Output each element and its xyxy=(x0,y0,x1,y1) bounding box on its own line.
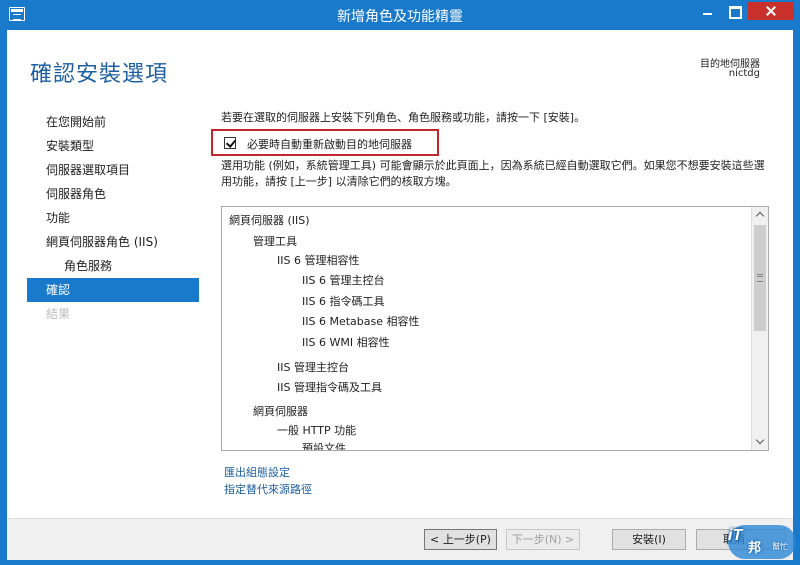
intro-text: 若要在選取的伺服器上安裝下列角色、角色服務或功能，請按一下 [安裝]。 xyxy=(221,111,586,124)
list-item: 網頁伺服器 xyxy=(253,405,308,418)
watermark-sub: 幫忙 xyxy=(772,542,788,551)
list-item: IIS 管理主控台 xyxy=(277,361,349,374)
alternate-source-link[interactable]: 指定替代來源路徑 xyxy=(224,481,312,497)
list-item: 一般 HTTP 功能 xyxy=(277,424,357,437)
list-item: 管理工具 xyxy=(253,235,297,248)
destination-server-value: nictdg xyxy=(728,68,760,79)
window-title: 新增角色及功能精靈 xyxy=(337,9,463,25)
list-item: IIS 6 WMI 相容性 xyxy=(302,336,390,349)
page-title: 確認安裝選項 xyxy=(30,62,169,87)
wizard-nav: 在您開始前 安裝類型 伺服器選取項目 伺服器角色 功能 網頁伺服器角色 (IIS) 角色服務… xyxy=(27,110,199,326)
watermark-brand: iT xyxy=(728,527,743,544)
ithome-watermark: iT 邦 幫忙 xyxy=(728,523,798,561)
nav-item: 結果 xyxy=(46,307,71,321)
wizard-body: 確認安裝選項 目的地伺服器 nictdg 在您開始前 安裝類型 伺服器選取項目 伺服器… xyxy=(7,30,793,560)
list-item: IIS 管理指令碼及工具 xyxy=(277,381,382,394)
maximize-button[interactable] xyxy=(721,2,747,20)
restart-checkbox-label[interactable]: 必要時自動重新啟動目的地伺服器 xyxy=(247,136,412,152)
close-button[interactable] xyxy=(748,2,794,20)
next-button[interactable]: 下一步(N) > xyxy=(506,529,580,550)
restart-option-highlight: 必要時自動重新啟動目的地伺服器 xyxy=(211,129,439,156)
install-button[interactable]: 安裝(I) xyxy=(612,529,686,550)
selection-list-items: 網頁伺服器 (IIS) 管理工具 IIS 6 管理相容性 IIS 6 管理主控台 IIS… xyxy=(222,207,751,450)
nav-item[interactable]: 安裝類型 xyxy=(27,134,199,158)
nav-item[interactable]: 伺服器角色 xyxy=(27,182,199,206)
list-item: IIS 6 指令碼工具 xyxy=(302,295,385,308)
scroll-down-icon[interactable] xyxy=(752,434,768,450)
footer-bar: < 上一步(P) 下一步(N) > 安裝(I) 取消 xyxy=(7,518,793,560)
list-item: IIS 6 Metabase 相容性 xyxy=(302,315,420,328)
scroll-up-icon[interactable] xyxy=(752,207,768,223)
list-item: IIS 6 管理相容性 xyxy=(277,254,360,267)
title-bar: 新增角色及功能精靈 xyxy=(0,0,800,30)
minimize-button[interactable] xyxy=(694,2,720,20)
nav-item[interactable]: 網頁伺服器角色 (IIS) xyxy=(27,230,199,254)
list-item: IIS 6 管理主控台 xyxy=(302,274,385,287)
previous-button[interactable]: < 上一步(P) xyxy=(424,529,497,550)
scroll-thumb[interactable] xyxy=(754,225,766,331)
restart-checkbox[interactable] xyxy=(224,137,236,149)
export-config-link[interactable]: 匯出組態設定 xyxy=(224,464,290,480)
nav-item[interactable]: 伺服器選取項目 xyxy=(27,158,199,182)
nav-item[interactable]: 角色服務 xyxy=(27,254,199,278)
nav-item[interactable]: 確認 xyxy=(27,278,199,302)
watermark-name: 邦 xyxy=(748,541,762,556)
list-item: 預設文件 xyxy=(302,442,346,451)
list-scrollbar[interactable] xyxy=(751,207,768,450)
nav-item[interactable]: 功能 xyxy=(27,206,199,230)
list-item: 網頁伺服器 (IIS) xyxy=(229,214,310,227)
nav-item[interactable]: 在您開始前 xyxy=(27,110,199,134)
selection-list[interactable]: 網頁伺服器 (IIS) 管理工具 IIS 6 管理相容性 IIS 6 管理主控台 IIS… xyxy=(221,206,769,451)
optional-features-note: 選用功能 (例如，系統管理工具) 可能會顯示於此頁面上，因為系統已經自動選取它們… xyxy=(221,159,765,188)
